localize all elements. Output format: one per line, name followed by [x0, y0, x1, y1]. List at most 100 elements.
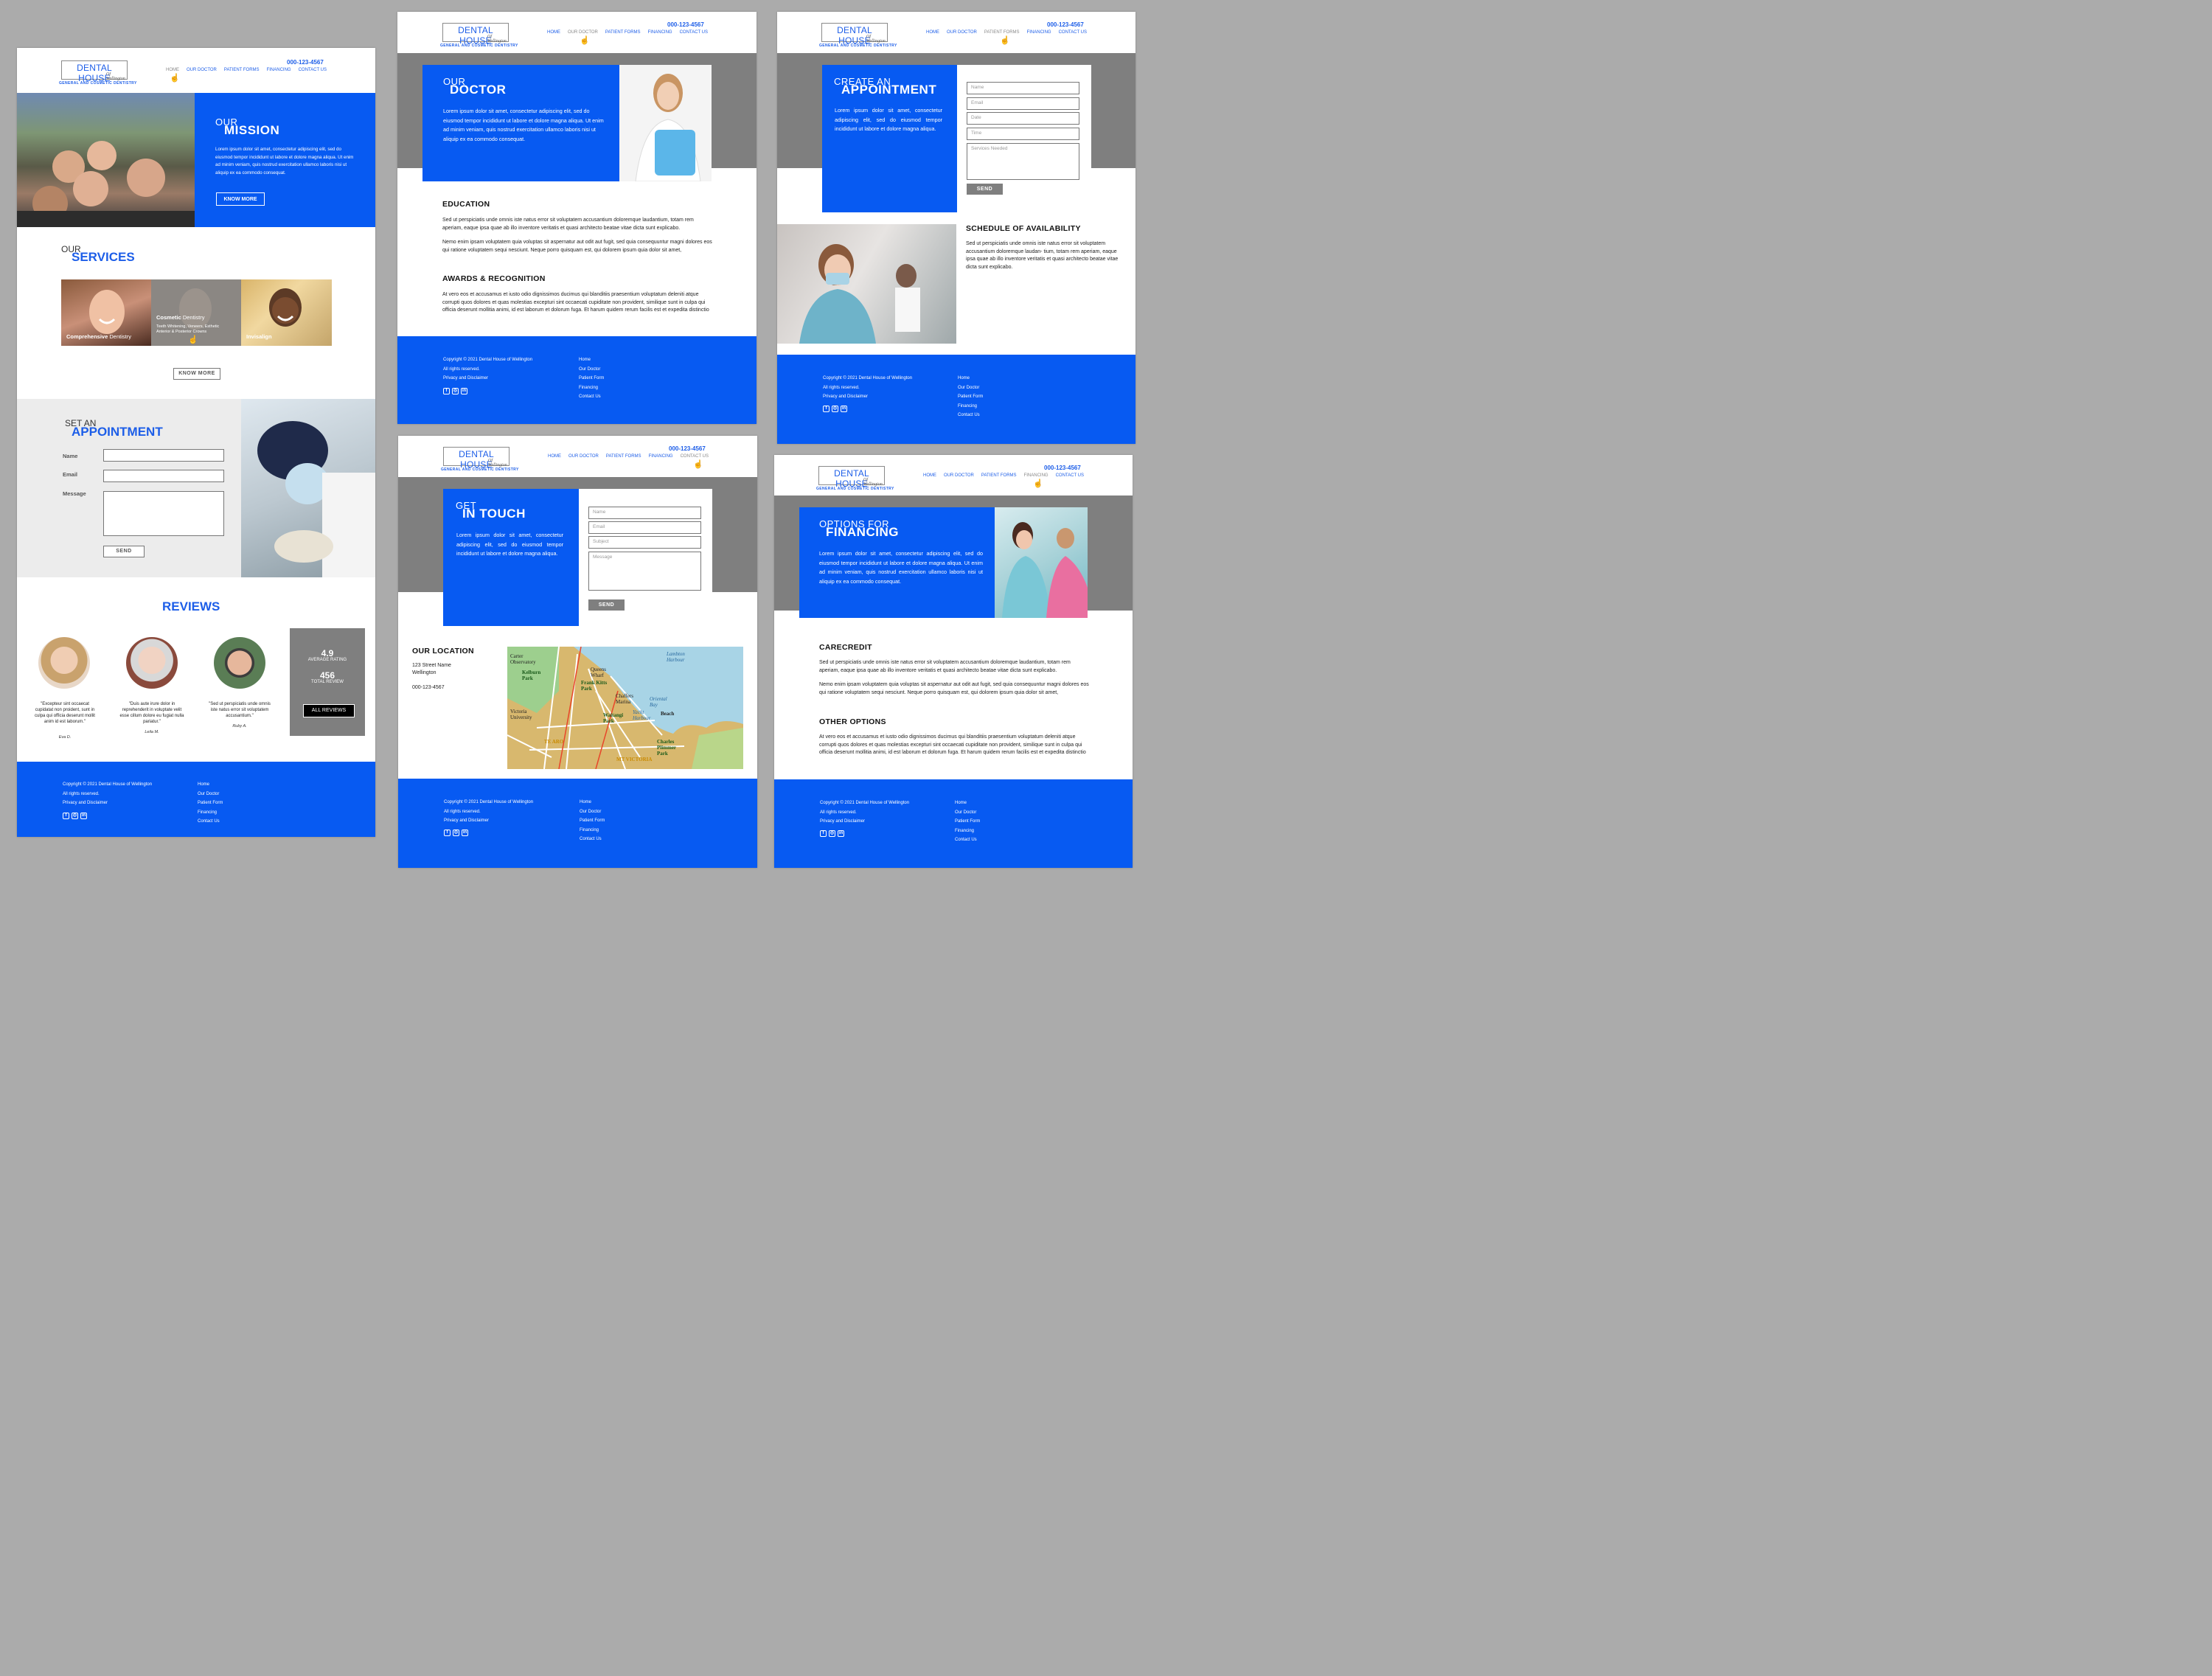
nav-patient-forms[interactable]: PATIENT FORMS — [606, 454, 641, 459]
logo[interactable]: DENTAL HOUSE Of Wellington GENERAL AND C… — [816, 466, 894, 491]
nav-our-doctor[interactable]: OUR DOCTOR — [944, 473, 974, 478]
all-reviews-button[interactable]: ALL REVIEWS — [303, 704, 355, 717]
email-input[interactable] — [103, 470, 224, 482]
name-input[interactable]: Name — [967, 82, 1079, 94]
facebook-icon[interactable]: f — [63, 813, 69, 819]
email-input[interactable]: Email — [967, 97, 1079, 110]
nav-patient-forms[interactable]: PATIENT FORMS — [605, 30, 641, 35]
footer-privacy-link[interactable]: Privacy and Disclaimer — [820, 817, 909, 827]
facebook-icon[interactable]: f — [820, 830, 827, 837]
nav-financing[interactable]: FINANCING — [648, 30, 672, 35]
footer-link-financing[interactable]: Financing — [579, 383, 604, 393]
nav-our-doctor[interactable]: OUR DOCTOR — [568, 454, 599, 459]
phone-number[interactable]: 000-123-4567 — [669, 445, 706, 452]
message-textarea[interactable] — [103, 491, 224, 536]
footer-link-patient-form[interactable]: Patient Form — [955, 817, 980, 827]
logo[interactable]: DENTAL HOUSE Of Wellington GENERAL AND C… — [819, 23, 897, 48]
nav-financing[interactable]: FINANCING — [1024, 473, 1048, 478]
name-input[interactable]: Name — [588, 507, 701, 519]
footer-link-home[interactable]: Home — [955, 799, 980, 808]
footer-link-our-doctor[interactable]: Our Doctor — [955, 808, 980, 818]
footer-privacy-link[interactable]: Privacy and Disclaimer — [63, 799, 152, 808]
footer-privacy-link[interactable]: Privacy and Disclaimer — [823, 392, 912, 402]
linkedin-icon[interactable]: in — [838, 830, 844, 837]
instagram-icon[interactable]: ◎ — [453, 830, 459, 836]
instagram-icon[interactable]: ◎ — [72, 813, 78, 819]
instagram-icon[interactable]: ◎ — [832, 406, 838, 412]
facebook-icon[interactable]: f — [444, 830, 451, 836]
subject-input[interactable]: Subject — [588, 536, 701, 549]
phone-number[interactable]: 000-123-4567 — [667, 21, 704, 28]
service-card-cosmetic[interactable]: Cosmetic Dentistry Teeth Whitening, Vene… — [151, 279, 241, 346]
footer-link-contact-us[interactable]: Contact Us — [198, 817, 223, 827]
nav-financing[interactable]: FINANCING — [649, 454, 673, 459]
footer-link-patient-form[interactable]: Patient Form — [958, 392, 983, 402]
nav-patient-forms[interactable]: PATIENT FORMS — [984, 30, 1020, 35]
phone-number[interactable]: 000-123-4567 — [287, 59, 324, 66]
logo[interactable]: DENTAL HOUSE Of Wellington GENERAL AND C… — [440, 23, 518, 48]
nav-contact-us[interactable]: CONTACT US — [680, 30, 708, 35]
footer-link-financing[interactable]: Financing — [198, 808, 223, 818]
facebook-icon[interactable]: f — [443, 388, 450, 394]
footer-link-our-doctor[interactable]: Our Doctor — [198, 790, 223, 799]
footer-privacy-link[interactable]: Privacy and Disclaimer — [443, 374, 532, 383]
footer-link-financing[interactable]: Financing — [580, 826, 605, 835]
footer-link-patient-form[interactable]: Patient Form — [579, 374, 604, 383]
nav-home[interactable]: HOME — [926, 30, 939, 35]
footer-link-our-doctor[interactable]: Our Doctor — [958, 383, 983, 393]
time-input[interactable]: Time — [967, 128, 1079, 140]
nav-our-doctor[interactable]: OUR DOCTOR — [187, 68, 217, 72]
contact-send-button[interactable]: SEND — [588, 599, 625, 611]
appointment-send-button[interactable]: SEND — [103, 546, 145, 557]
footer-link-our-doctor[interactable]: Our Doctor — [580, 807, 605, 817]
footer-link-contact-us[interactable]: Contact Us — [580, 835, 605, 844]
nav-patient-forms[interactable]: PATIENT FORMS — [981, 473, 1017, 478]
linkedin-icon[interactable]: in — [80, 813, 87, 819]
instagram-icon[interactable]: ◎ — [452, 388, 459, 394]
footer-link-our-doctor[interactable]: Our Doctor — [579, 365, 604, 375]
nav-home[interactable]: HOME — [548, 454, 561, 459]
nav-contact-us[interactable]: CONTACT US — [299, 68, 327, 72]
footer-link-home[interactable]: Home — [579, 355, 604, 365]
services-know-more-button[interactable]: KNOW MORE — [173, 368, 220, 380]
phone-number[interactable]: 000-123-4567 — [1047, 21, 1084, 28]
nav-financing[interactable]: FINANCING — [1027, 30, 1051, 35]
footer-link-patient-form[interactable]: Patient Form — [580, 816, 605, 826]
nav-patient-forms[interactable]: PATIENT FORMS — [224, 68, 260, 72]
nav-financing[interactable]: FINANCING — [267, 68, 291, 72]
facebook-icon[interactable]: f — [823, 406, 830, 412]
name-input[interactable] — [103, 449, 224, 462]
service-card-invisalign[interactable]: Invisalign — [241, 279, 332, 346]
logo[interactable]: DENTAL HOUSE Of Wellington GENERAL AND C… — [441, 447, 518, 472]
footer-link-home[interactable]: Home — [958, 374, 983, 383]
nav-contact-us[interactable]: CONTACT US — [1059, 30, 1087, 35]
linkedin-icon[interactable]: in — [462, 830, 468, 836]
nav-contact-us[interactable]: CONTACT US — [1056, 473, 1084, 478]
location-map[interactable]: Carter Observatory Kelburn Park Victoria… — [507, 647, 743, 769]
linkedin-icon[interactable]: in — [461, 388, 467, 394]
nav-home[interactable]: HOME — [166, 68, 179, 72]
phone-number[interactable]: 000-123-4567 — [1044, 465, 1081, 471]
mission-know-more-button[interactable]: KNOW MORE — [216, 192, 265, 206]
nav-our-doctor[interactable]: OUR DOCTOR — [568, 30, 598, 35]
linkedin-icon[interactable]: in — [841, 406, 847, 412]
nav-home[interactable]: HOME — [923, 473, 936, 478]
nav-contact-us[interactable]: CONTACT US — [681, 454, 709, 459]
date-input[interactable]: Date — [967, 112, 1079, 125]
footer-link-financing[interactable]: Financing — [955, 827, 980, 836]
footer-link-contact-us[interactable]: Contact Us — [955, 835, 980, 845]
service-card-comprehensive[interactable]: Comprehensive Dentistry — [61, 279, 151, 346]
footer-link-financing[interactable]: Financing — [958, 402, 983, 411]
footer-privacy-link[interactable]: Privacy and Disclaimer — [444, 816, 533, 826]
logo[interactable]: DENTAL HOUSE Of Wellington GENERAL AND C… — [59, 60, 136, 86]
nav-our-doctor[interactable]: OUR DOCTOR — [947, 30, 977, 35]
message-textarea[interactable]: Message — [588, 552, 701, 591]
footer-link-contact-us[interactable]: Contact Us — [958, 411, 983, 420]
footer-link-home[interactable]: Home — [198, 780, 223, 790]
email-input[interactable]: Email — [588, 521, 701, 534]
services-needed-textarea[interactable]: Services Needed — [967, 143, 1079, 180]
nav-home[interactable]: HOME — [547, 30, 560, 35]
forms-send-button[interactable]: SEND — [967, 184, 1003, 195]
footer-link-home[interactable]: Home — [580, 798, 605, 807]
footer-link-contact-us[interactable]: Contact Us — [579, 392, 604, 402]
